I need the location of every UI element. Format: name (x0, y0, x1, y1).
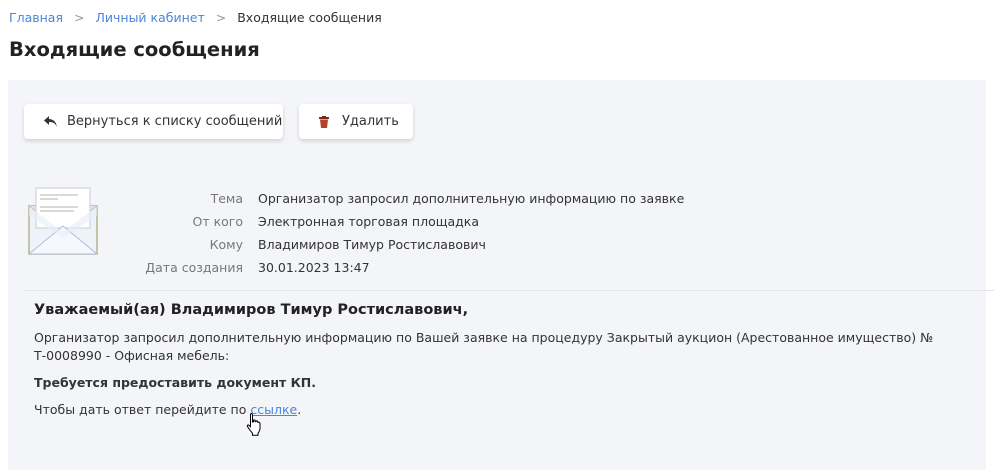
message-paragraph: Организатор запросил дополнительную инфо… (34, 330, 934, 363)
breadcrumb-current: Входящие сообщения (237, 10, 382, 25)
trash-icon (319, 115, 333, 128)
meta-row-to: Кому Владимиров Тимур Ростиславович (209, 237, 486, 252)
breadcrumb: Главная > Личный кабинет > Входящие сооб… (9, 10, 382, 25)
message-meta: Тема Организатор запросил дополнительную … (128, 187, 684, 279)
breadcrumb-cabinet[interactable]: Личный кабинет (95, 10, 204, 25)
chevron-right-icon: > (215, 10, 227, 25)
reply-line: Чтобы дать ответ перейдите по ссылке. (34, 402, 302, 417)
meta-row-from: От кого Электронная торговая площадка (192, 214, 480, 229)
hand-cursor-icon (246, 412, 264, 440)
chevron-right-icon: > (74, 10, 85, 25)
back-to-list-button[interactable]: Вернуться к списку сообщений (24, 104, 283, 139)
delete-button[interactable]: Удалить (299, 104, 413, 139)
meta-row-date: Дата создания 30.01.2023 13:47 (145, 260, 370, 275)
reply-icon (44, 116, 58, 127)
back-label: Вернуться к списку сообщений (67, 114, 283, 129)
breadcrumb-home[interactable]: Главная (9, 10, 63, 25)
envelope-icon (27, 186, 99, 256)
message-panel: Вернуться к списку сообщений Удалить Тем… (8, 80, 994, 470)
delete-label: Удалить (342, 114, 399, 129)
page-title: Входящие сообщения (9, 38, 260, 61)
greeting: Уважаемый(ая) Владимиров Тимур Ростислав… (34, 302, 469, 318)
meta-row-subject: Тема Организатор запросил дополнительную … (210, 191, 685, 206)
message-body: Уважаемый(ая) Владимиров Тимур Ростислав… (34, 302, 984, 428)
divider (24, 290, 994, 291)
requirement: Требуется предоставить документ КП. (34, 375, 317, 390)
